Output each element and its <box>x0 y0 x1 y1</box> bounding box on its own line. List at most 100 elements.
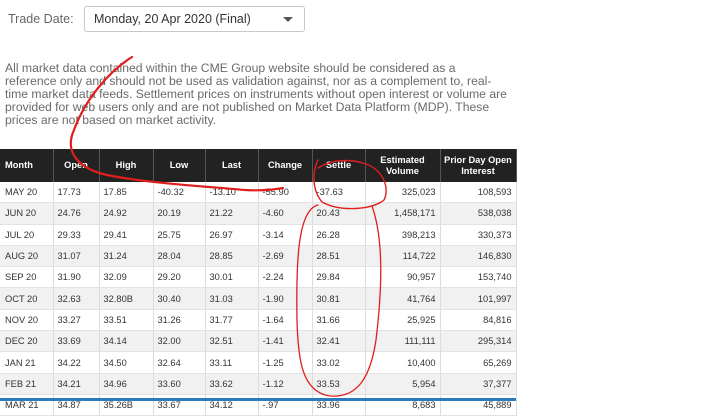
value-cell: 34.96 <box>99 373 154 395</box>
value-cell: -1.25 <box>258 351 313 374</box>
month-cell: JUL 20 <box>0 224 54 246</box>
value-cell: 295,314 <box>440 330 517 353</box>
month-cell: SEP 20 <box>0 266 54 289</box>
value-cell: -1.90 <box>258 287 313 310</box>
settlements-table: Month Open High Low Last Change Settle Estimate… <box>0 149 517 416</box>
value-cell: 33.60 <box>153 373 206 395</box>
value-cell: 41,764 <box>365 287 441 310</box>
table-header-row: Month Open High Low Last Change Settle Estimate… <box>0 149 517 182</box>
value-cell: 17.73 <box>53 182 100 204</box>
value-cell: -1.12 <box>258 373 313 395</box>
value-cell: 26.97 <box>205 224 259 246</box>
value-cell: 146,830 <box>440 245 517 268</box>
value-cell: 330,373 <box>440 224 517 246</box>
value-cell: 31.26 <box>153 309 206 332</box>
month-cell: NOV 20 <box>0 309 54 332</box>
table-row: NOV 20 33.27 33.51 31.26 31.77 -1.64 31.66 25,9… <box>0 309 517 332</box>
value-cell: -2.24 <box>258 266 313 289</box>
value-cell: 30.01 <box>205 266 259 289</box>
month-cell: MAY 20 <box>0 182 54 204</box>
column-header: Open <box>53 149 100 182</box>
table-row: OCT 20 32.63 32.80B 30.40 31.03 -1.90 30.81 41,… <box>0 287 517 310</box>
table-row: AUG 20 31.07 31.24 28.04 28.85 -2.69 28.51 114,… <box>0 245 517 268</box>
value-cell: 31.24 <box>99 245 154 268</box>
value-cell: -3.14 <box>258 224 313 246</box>
value-cell: 10,400 <box>365 351 441 374</box>
value-cell: 33.51 <box>99 309 154 332</box>
value-cell: -2.69 <box>258 245 313 268</box>
value-cell: 26.28 <box>312 224 366 246</box>
value-cell: 32.00 <box>153 330 206 353</box>
value-cell: -37.63 <box>312 182 366 204</box>
value-cell: 111,111 <box>365 330 441 353</box>
value-cell: 33.02 <box>312 351 366 374</box>
value-cell: 84,816 <box>440 309 517 332</box>
value-cell: 325,023 <box>365 182 441 204</box>
value-cell: 32.80B <box>99 287 154 310</box>
value-cell: 32.63 <box>53 287 100 310</box>
value-cell: 114,722 <box>365 245 441 268</box>
value-cell: -1.41 <box>258 330 313 353</box>
column-header: Month <box>0 149 54 182</box>
column-header: Estimated Volume <box>365 149 441 182</box>
value-cell: 29.20 <box>153 266 206 289</box>
value-cell: 37,377 <box>440 373 517 395</box>
month-cell: JAN 21 <box>0 351 54 374</box>
value-cell: 398,213 <box>365 224 441 246</box>
value-cell: 65,269 <box>440 351 517 374</box>
value-cell: 31.07 <box>53 245 100 268</box>
value-cell: -4.60 <box>258 202 313 225</box>
value-cell: 33.69 <box>53 330 100 353</box>
table-row: DEC 20 33.69 34.14 32.00 32.51 -1.41 32.41 111,… <box>0 330 517 353</box>
value-cell: 31.90 <box>53 266 100 289</box>
month-cell: OCT 20 <box>0 287 54 310</box>
column-header: Prior Day Open Interest <box>440 149 517 182</box>
trade-date-row: Trade Date: <box>0 6 82 32</box>
column-header: Last <box>205 149 259 182</box>
value-cell: 24.92 <box>99 202 154 225</box>
value-cell: 20.43 <box>312 202 366 225</box>
value-cell: 32.64 <box>153 351 206 374</box>
value-cell: 34.14 <box>99 330 154 353</box>
value-cell: 153,740 <box>440 266 517 289</box>
value-cell: 1,458,171 <box>365 202 441 225</box>
value-cell: 32.09 <box>99 266 154 289</box>
value-cell: 34.50 <box>99 351 154 374</box>
value-cell: 33.53 <box>312 373 366 395</box>
table-row: JAN 21 34.22 34.50 32.64 33.11 -1.25 33.02 10,4… <box>0 351 517 374</box>
value-cell: 28.85 <box>205 245 259 268</box>
trade-date-value: Monday, 20 Apr 2020 (Final) <box>94 12 251 26</box>
value-cell: 21.22 <box>205 202 259 225</box>
table-row: JUL 20 29.33 29.41 25.75 26.97 -3.14 26.28 398,… <box>0 224 517 246</box>
value-cell: 28.51 <box>312 245 366 268</box>
column-header: Low <box>153 149 206 182</box>
value-cell: 108,593 <box>440 182 517 204</box>
disclaimer-text: All market data contained within the CME… <box>5 61 507 127</box>
table-row: SEP 20 31.90 32.09 29.20 30.01 -2.24 29.84 90,9… <box>0 266 517 289</box>
table-bottom-bar <box>0 398 516 401</box>
value-cell: 34.21 <box>53 373 100 395</box>
column-header: Change <box>258 149 313 182</box>
value-cell: -55.90 <box>258 182 313 204</box>
value-cell: 31.77 <box>205 309 259 332</box>
month-cell: DEC 20 <box>0 330 54 353</box>
value-cell: 20.19 <box>153 202 206 225</box>
table-row: MAY 20 17.73 17.85 -40.32 -13.10 -55.90 -37.63… <box>0 182 517 204</box>
value-cell: 32.51 <box>205 330 259 353</box>
value-cell: -40.32 <box>153 182 206 204</box>
value-cell: -1.64 <box>258 309 313 332</box>
value-cell: 29.41 <box>99 224 154 246</box>
value-cell: 32.41 <box>312 330 366 353</box>
trade-date-select[interactable]: Monday, 20 Apr 2020 (Final) <box>84 6 305 32</box>
value-cell: 25,925 <box>365 309 441 332</box>
value-cell: 33.11 <box>205 351 259 374</box>
trade-date-label: Trade Date: <box>8 12 74 26</box>
value-cell: 90,957 <box>365 266 441 289</box>
value-cell: 33.27 <box>53 309 100 332</box>
value-cell: 31.66 <box>312 309 366 332</box>
value-cell: 17.85 <box>99 182 154 204</box>
value-cell: 25.75 <box>153 224 206 246</box>
caret-down-icon <box>283 17 293 22</box>
value-cell: 24.76 <box>53 202 100 225</box>
value-cell: 30.81 <box>312 287 366 310</box>
